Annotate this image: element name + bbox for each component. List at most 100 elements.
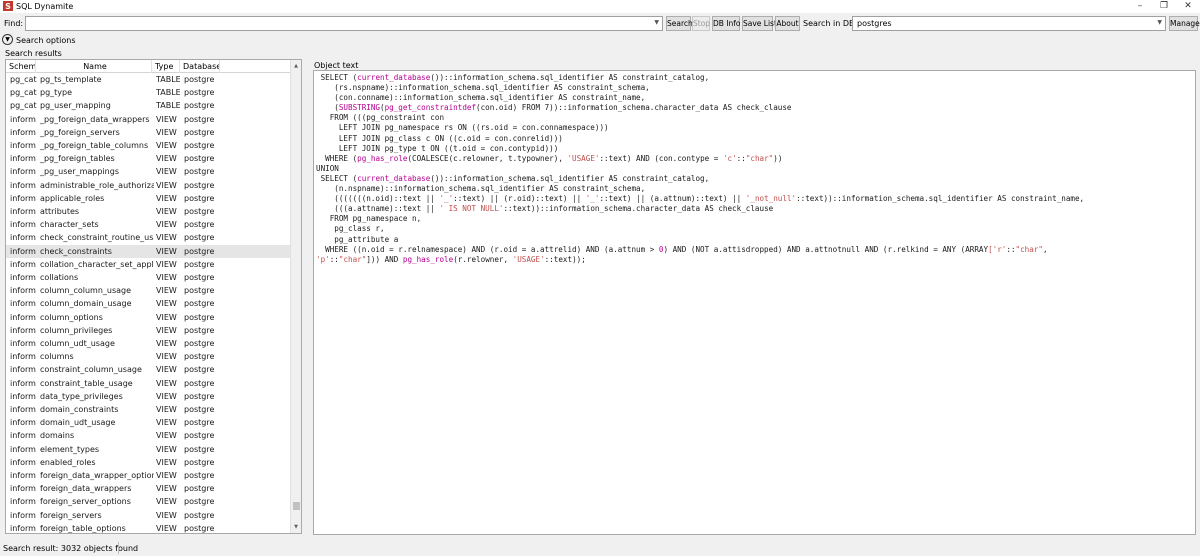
object-text-viewer[interactable]: SELECT (current_database())::information… bbox=[313, 70, 1196, 535]
table-row[interactable]: inform enabled_roles VIEW postgre bbox=[6, 456, 291, 469]
db-info-button[interactable]: DB Info bbox=[712, 16, 741, 31]
about-button[interactable]: About bbox=[775, 16, 800, 31]
table-row[interactable]: pg_cat pg_user_mapping TABLE postgre bbox=[6, 99, 291, 112]
close-icon[interactable]: ✕ bbox=[1176, 0, 1200, 13]
code-line: FROM pg_namespace n, bbox=[316, 214, 422, 224]
row-schema: pg_cat bbox=[10, 75, 37, 84]
row-database: postgre bbox=[184, 339, 215, 348]
table-row[interactable]: inform collation_character_set_applicatVI… bbox=[6, 258, 291, 271]
row-type: VIEW bbox=[156, 418, 177, 428]
column-header-name[interactable]: Name bbox=[36, 60, 152, 73]
table-row[interactable]: inform foreign_servers VIEW postgre bbox=[6, 509, 291, 522]
table-row[interactable]: inform _pg_foreign_table_columns VIEW postg… bbox=[6, 139, 291, 152]
table-row[interactable]: inform column_privileges VIEW postgre bbox=[6, 324, 291, 337]
row-type: VIEW bbox=[156, 510, 177, 520]
row-name: foreign_table_options bbox=[40, 523, 126, 533]
table-row[interactable]: inform foreign_data_wrappers VIEW postgre bbox=[6, 482, 291, 495]
table-row[interactable]: inform _pg_foreign_servers VIEW postgre bbox=[6, 126, 291, 139]
table-row[interactable]: inform _pg_foreign_tables VIEW postgre bbox=[6, 152, 291, 165]
row-name: column_column_usage bbox=[40, 286, 132, 296]
column-header-type[interactable]: Type bbox=[152, 60, 180, 73]
database-select[interactable]: postgres ▼ bbox=[852, 16, 1166, 31]
code-line: (SUBSTRING(pg_get_constraintdef(con.oid)… bbox=[316, 103, 792, 113]
table-row[interactable]: pg_cat pg_ts_template TABLE postgre bbox=[6, 73, 291, 86]
table-row[interactable]: inform _pg_user_mappings VIEW postgre bbox=[6, 165, 291, 178]
table-row[interactable]: inform check_constraint_routine_usageVIEW… bbox=[6, 231, 291, 244]
row-schema: inform bbox=[10, 180, 36, 190]
table-row[interactable]: inform collations VIEW postgre bbox=[6, 271, 291, 284]
chevron-down-icon[interactable]: ▼ bbox=[1157, 19, 1162, 26]
row-database: postgre bbox=[184, 299, 215, 309]
table-row[interactable]: inform column_udt_usage VIEW postgre bbox=[6, 337, 291, 350]
manage-button[interactable]: Manage bbox=[1169, 16, 1200, 31]
table-row[interactable]: inform column_options VIEW postgre bbox=[6, 311, 291, 324]
column-header-database[interactable]: Database bbox=[180, 60, 220, 73]
column-header-schema[interactable]: Schema bbox=[6, 60, 36, 73]
row-schema: inform bbox=[10, 220, 36, 230]
table-row[interactable]: inform _pg_foreign_data_wrappers VIEW postg… bbox=[6, 113, 291, 126]
table-row[interactable]: inform constraint_column_usage VIEW postgre bbox=[6, 363, 291, 376]
code-line: 'p'::"char"])) AND pg_has_role(r.relowne… bbox=[316, 254, 586, 264]
row-schema: inform bbox=[10, 352, 36, 362]
row-name: column_options bbox=[40, 312, 103, 322]
row-name: attributes bbox=[40, 207, 80, 216]
code-line: LEFT JOIN pg_class c ON ((c.oid = con.co… bbox=[316, 133, 563, 143]
table-row[interactable]: inform domain_udt_usage VIEW postgre bbox=[6, 416, 291, 429]
code-line: SELECT (current_database())::information… bbox=[316, 73, 710, 82]
table-row[interactable]: pg_cat pg_type TABLE postgre bbox=[6, 86, 291, 99]
table-row[interactable]: inform foreign_data_wrapper_options VIEW po… bbox=[6, 469, 291, 482]
stop-button[interactable]: Stop bbox=[692, 16, 710, 31]
row-database: postgre bbox=[184, 141, 215, 150]
table-row[interactable]: inform constraint_table_usage VIEW postgre bbox=[6, 377, 291, 390]
row-database: postgre bbox=[184, 114, 215, 124]
row-schema: inform bbox=[10, 193, 36, 203]
table-row[interactable]: inform element_types VIEW postgre bbox=[6, 443, 291, 456]
code-line: (rs.nspname)::information_schema.sql_ide… bbox=[316, 83, 650, 93]
row-name: foreign_server_options bbox=[40, 497, 131, 507]
row-type: VIEW bbox=[156, 312, 177, 322]
search-results-grid[interactable]: Schema Name Type Database pg_catpg_ts_te… bbox=[5, 59, 302, 534]
row-schema: inform bbox=[10, 497, 36, 507]
table-row[interactable]: inform domains VIEW postgre bbox=[6, 429, 291, 442]
table-row[interactable]: inform columns VIEW postgre bbox=[6, 350, 291, 363]
row-schema: pg_cat bbox=[10, 88, 37, 98]
chevron-down-icon[interactable]: ▼ bbox=[654, 19, 659, 26]
minimize-icon[interactable]: – bbox=[1128, 0, 1152, 13]
table-row[interactable]: inform column_column_usage VIEW postgre bbox=[6, 284, 291, 297]
row-type: VIEW bbox=[156, 391, 177, 401]
code-line: SELECT (current_database())::information… bbox=[316, 173, 710, 183]
table-row[interactable]: inform character_sets VIEW postgre bbox=[6, 218, 291, 231]
results-scrollbar[interactable]: ▲ ▼ bbox=[290, 60, 301, 533]
find-input[interactable]: ▼ bbox=[25, 16, 663, 31]
code-line: pg_attribute a bbox=[316, 234, 399, 244]
chevron-down-icon[interactable]: ▼ bbox=[2, 34, 13, 45]
scroll-up-icon[interactable]: ▲ bbox=[291, 61, 301, 71]
table-row[interactable]: inform domain_constraints VIEW postgre bbox=[6, 403, 291, 416]
row-name: foreign_data_wrappers bbox=[40, 484, 132, 494]
table-row[interactable]: inform administrable_role_authorizatio VIE… bbox=[6, 179, 291, 192]
row-database: postgre bbox=[184, 391, 215, 401]
scroll-thumb[interactable] bbox=[293, 502, 300, 510]
table-row[interactable]: inform foreign_table_options VIEW postgre bbox=[6, 522, 291, 533]
restore-icon[interactable]: ❐ bbox=[1152, 0, 1176, 13]
code-line: (((((((n.oid)::text || '_'::text) || (r.… bbox=[316, 194, 1085, 204]
row-type: VIEW bbox=[156, 233, 177, 243]
row-type: VIEW bbox=[156, 457, 177, 467]
row-schema: inform bbox=[10, 391, 36, 401]
table-row[interactable]: inform column_domain_usage VIEW postgre bbox=[6, 297, 291, 310]
table-row[interactable]: inform check_constraints VIEW postgre bbox=[6, 244, 291, 258]
table-row[interactable]: inform attributes VIEW postgre bbox=[6, 205, 291, 218]
table-row[interactable]: inform foreign_server_options VIEW postgre bbox=[6, 495, 291, 508]
table-row[interactable]: inform applicable_roles VIEW postgre bbox=[6, 192, 291, 205]
scroll-down-icon[interactable]: ▼ bbox=[291, 522, 301, 532]
table-row[interactable]: inform data_type_privileges VIEW postgre bbox=[6, 390, 291, 403]
row-database: postgre bbox=[184, 207, 215, 216]
save-list-button[interactable]: Save List bbox=[742, 16, 777, 31]
search-button[interactable]: Search bbox=[666, 16, 693, 31]
row-name: column_udt_usage bbox=[40, 339, 115, 348]
pane-splitter[interactable] bbox=[305, 59, 310, 534]
row-name: element_types bbox=[40, 444, 100, 454]
row-database: postgre bbox=[184, 273, 215, 282]
row-database: postgre bbox=[184, 523, 215, 533]
row-name: domains bbox=[40, 431, 75, 441]
